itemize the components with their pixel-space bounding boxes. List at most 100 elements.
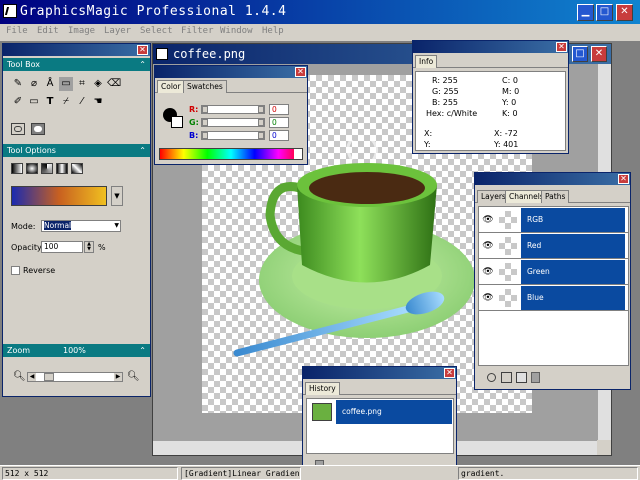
menu-select[interactable]: Select bbox=[140, 26, 173, 36]
doc-maximize-button[interactable]: □ bbox=[572, 46, 588, 62]
collapse-icon[interactable]: ⌃ bbox=[139, 58, 146, 71]
gradient-type-buttons bbox=[11, 163, 91, 175]
save-selection-icon[interactable] bbox=[501, 372, 512, 383]
red-value[interactable]: 0 bbox=[269, 104, 289, 115]
mode-select[interactable]: Normal ▼ bbox=[41, 220, 121, 232]
tab-color[interactable]: Color bbox=[157, 80, 185, 93]
linear-gradient-icon[interactable] bbox=[11, 163, 23, 174]
info-close-icon[interactable]: ✕ bbox=[556, 42, 567, 52]
slider-right-icon[interactable] bbox=[258, 132, 264, 139]
color-tabs: Color Swatches bbox=[155, 79, 307, 93]
zoom-right-arrow[interactable]: ▶ bbox=[114, 373, 122, 381]
background-color-swatch[interactable] bbox=[171, 116, 183, 128]
info-k: K: 0 bbox=[502, 109, 518, 118]
menu-window[interactable]: Window bbox=[220, 26, 253, 36]
status-hint: gradient. bbox=[458, 467, 638, 480]
stamp-tool-icon[interactable]: Å bbox=[43, 77, 57, 91]
gradient-tool-icon[interactable]: ▭ bbox=[59, 77, 73, 91]
tab-paths[interactable]: Paths bbox=[541, 190, 570, 203]
collapse-icon[interactable]: ⌃ bbox=[139, 144, 146, 157]
info-b: B: 255 bbox=[432, 98, 458, 107]
minimize-button[interactable]: ▁ bbox=[577, 4, 594, 21]
menu-image[interactable]: Image bbox=[68, 26, 95, 36]
gradient-preview[interactable] bbox=[11, 186, 107, 206]
pen-tool-icon[interactable]: ✐ bbox=[11, 95, 25, 109]
zoom-in-icon[interactable]: 🔍︎ bbox=[127, 371, 140, 382]
tab-history[interactable]: History bbox=[305, 382, 340, 395]
menu-filter[interactable]: Filter bbox=[181, 26, 214, 36]
angle-gradient-icon[interactable] bbox=[41, 163, 53, 174]
red-slider[interactable] bbox=[201, 105, 265, 114]
maximize-button[interactable]: □ bbox=[596, 4, 613, 21]
collapse-icon[interactable]: ⌃ bbox=[139, 344, 146, 357]
pencil-tool-icon[interactable]: ✎ bbox=[11, 77, 25, 91]
info-titlebar bbox=[413, 41, 568, 53]
slider-right-icon[interactable] bbox=[258, 106, 264, 113]
info-panel: ✕ Info R: 255 G: 255 B: 255 Hex: c/White… bbox=[412, 40, 569, 154]
channel-row-red[interactable]: 👁︎ Red bbox=[479, 234, 628, 259]
channel-row-rgb[interactable]: 👁︎ RGB bbox=[479, 208, 628, 233]
standard-mode-icon[interactable] bbox=[11, 123, 25, 135]
tab-swatches[interactable]: Swatches bbox=[183, 80, 227, 93]
slider-left-icon[interactable] bbox=[202, 106, 208, 113]
channel-row-green[interactable]: 👁︎ Green bbox=[479, 260, 628, 285]
quickmask-mode-icon[interactable] bbox=[31, 123, 45, 135]
visibility-eye-icon[interactable]: 👁︎ bbox=[481, 208, 495, 233]
crop-tool-icon[interactable]: ⌗ bbox=[75, 77, 89, 91]
opacity-spinner[interactable]: ▲ ▼ bbox=[84, 241, 94, 253]
red-label: R: bbox=[189, 105, 199, 114]
zoom-left-arrow[interactable]: ◀ bbox=[28, 373, 36, 381]
load-selection-icon[interactable] bbox=[487, 373, 496, 382]
trash-icon[interactable] bbox=[531, 372, 540, 383]
blue-slider[interactable] bbox=[201, 131, 265, 140]
zoom-slider[interactable]: ◀ ▶ bbox=[27, 372, 123, 382]
menu-help[interactable]: Help bbox=[262, 26, 284, 36]
opacity-input[interactable]: 100 bbox=[41, 241, 83, 253]
toolbox-header[interactable]: Tool Box ⌃ bbox=[3, 58, 150, 71]
blue-value[interactable]: 0 bbox=[269, 130, 289, 141]
text-tool-icon[interactable]: T bbox=[43, 95, 57, 109]
layers-close-icon[interactable]: ✕ bbox=[618, 174, 629, 184]
eyedropper-tool-icon[interactable]: ⁄ bbox=[75, 95, 89, 109]
zoom-thumb[interactable] bbox=[44, 373, 54, 381]
history-close-icon[interactable]: ✕ bbox=[444, 368, 455, 378]
slider-left-icon[interactable] bbox=[202, 132, 208, 139]
reflected-gradient-icon[interactable] bbox=[56, 163, 68, 174]
visibility-eye-icon[interactable]: 👁︎ bbox=[481, 286, 495, 311]
radial-gradient-icon[interactable] bbox=[26, 163, 38, 174]
history-item[interactable]: coffee.png bbox=[308, 400, 453, 425]
eraser-tool-icon[interactable]: ⌫ bbox=[107, 77, 121, 91]
rectangle-tool-icon[interactable]: ▭ bbox=[27, 95, 41, 109]
toolbox-close-icon[interactable]: ✕ bbox=[137, 45, 148, 55]
slider-right-icon[interactable] bbox=[258, 119, 264, 126]
measure-tool-icon[interactable]: ⌿ bbox=[59, 95, 73, 109]
zoom-header[interactable]: Zoom 100% ⌃ bbox=[3, 344, 150, 357]
brush-tool-icon[interactable]: ⌀ bbox=[27, 77, 41, 91]
tool-options-header[interactable]: Tool Options ⌃ bbox=[3, 144, 150, 157]
gradient-dropdown-button[interactable]: ▼ bbox=[111, 186, 123, 206]
green-slider[interactable] bbox=[201, 118, 265, 127]
reverse-checkbox[interactable] bbox=[11, 266, 20, 275]
visibility-eye-icon[interactable]: 👁︎ bbox=[481, 260, 495, 285]
hand-tool-icon[interactable]: ☚ bbox=[91, 95, 105, 109]
color-spectrum[interactable] bbox=[159, 148, 303, 160]
menu-layer[interactable]: Layer bbox=[104, 26, 131, 36]
tab-info[interactable]: Info bbox=[415, 55, 438, 68]
diamond-gradient-icon[interactable] bbox=[71, 163, 83, 174]
channel-row-blue[interactable]: 👁︎ Blue bbox=[479, 286, 628, 311]
zoom-out-icon[interactable]: 🔍︎ bbox=[13, 371, 26, 382]
visibility-eye-icon[interactable]: 👁︎ bbox=[481, 234, 495, 259]
fill-tool-icon[interactable]: ◈ bbox=[91, 77, 105, 91]
close-button[interactable]: ✕ bbox=[616, 4, 633, 21]
menu-file[interactable]: File bbox=[6, 26, 28, 36]
green-value[interactable]: 0 bbox=[269, 117, 289, 128]
toolbox-panel: ✕ Tool Box ⌃ ✎ ⌀ Å ▭ ⌗ ◈ ⌫ ✐ ▭ T ⌿ ⁄ ☚ To… bbox=[2, 43, 151, 397]
menu-edit[interactable]: Edit bbox=[37, 26, 59, 36]
slider-left-icon[interactable] bbox=[202, 119, 208, 126]
new-channel-icon[interactable] bbox=[516, 372, 527, 383]
doc-close-button[interactable]: ✕ bbox=[591, 46, 607, 62]
info-m: M: 0 bbox=[502, 87, 520, 96]
info-r: R: 255 bbox=[432, 76, 458, 85]
color-close-icon[interactable]: ✕ bbox=[295, 67, 306, 77]
channel-name: Blue bbox=[521, 286, 625, 310]
